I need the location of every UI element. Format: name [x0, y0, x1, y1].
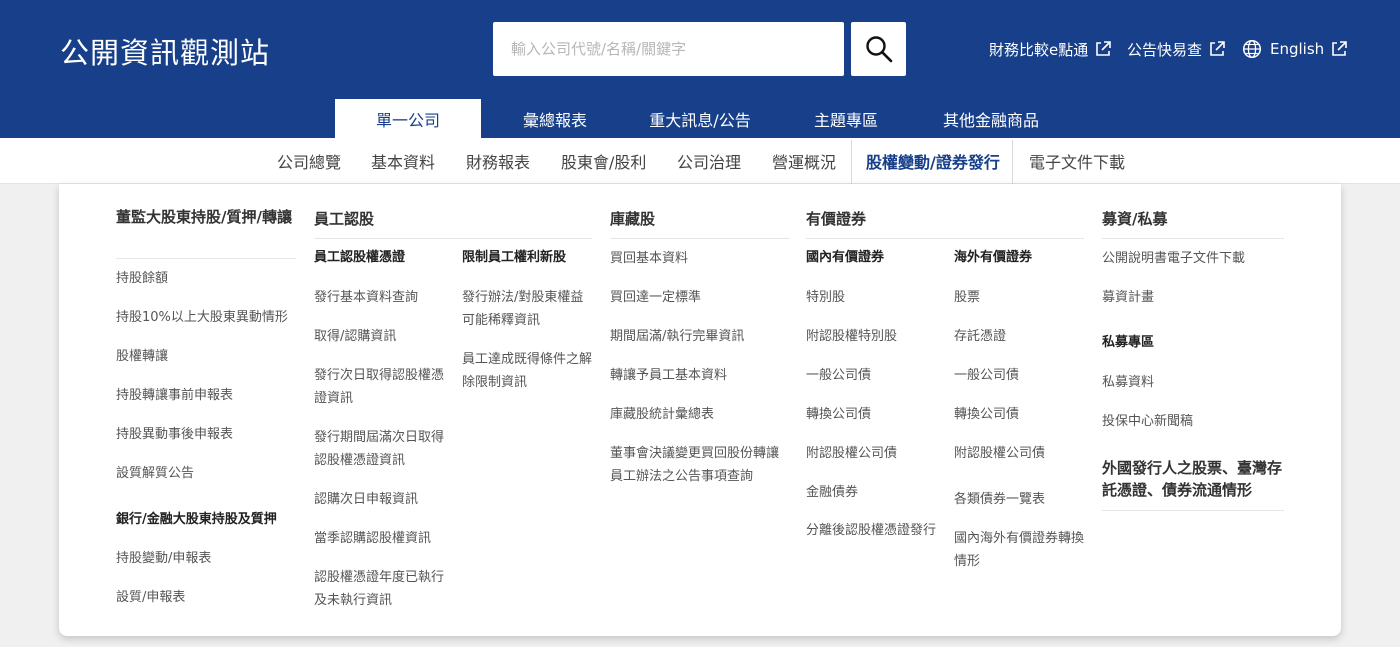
subtab-overview[interactable]: 公司總覽 [277, 138, 341, 184]
menu-link[interactable]: 持股異動事後申報表 [116, 423, 233, 446]
external-link-icon [1210, 41, 1225, 56]
subtab-governance[interactable]: 公司治理 [677, 138, 741, 184]
menu-link[interactable]: 期間屆滿/執行完畢資訊 [610, 325, 744, 348]
col1-subtitle: 銀行/金融大股東持股及質押 [116, 512, 277, 527]
menu-link[interactable]: 轉換公司債 [954, 403, 1019, 426]
menu-link[interactable]: 附認股權公司債 [806, 442, 897, 465]
col3-title: 庫藏股 [610, 210, 656, 228]
search-icon [865, 36, 892, 63]
link-announcement-search[interactable]: 公告快易查 [1127, 38, 1226, 60]
menu-link[interactable]: 發行次日取得認股權憑證資訊 [314, 364, 444, 410]
external-link-icon [1332, 41, 1347, 56]
col2-title: 員工認股 [314, 210, 375, 228]
site-logo[interactable]: 公開資訊觀測站 [60, 30, 270, 72]
subtab-shareholders[interactable]: 股東會/股利 [561, 138, 646, 184]
menu-link[interactable]: 發行基本資料查詢 [314, 286, 444, 309]
col2-rule [314, 238, 592, 239]
col4-title: 有價證券 [806, 210, 867, 228]
col5-rule [1102, 238, 1284, 239]
col5-title: 募資/私募 [1102, 210, 1168, 228]
col2-right-title: 限制員工權利新股 [462, 250, 567, 265]
sub-tabs: 公司總覽 基本資料 財務報表 股東會/股利 公司治理 營運概況 股權變動/證券發… [0, 138, 1400, 184]
menu-link[interactable]: 董事會決議變更買回股份轉讓員工辦法之公告事項查詢 [610, 442, 782, 488]
mega-menu-panel: 董監大股東持股/質押/轉讓 持股餘額 持股10%以上大股東異動情形 股權轉讓 持… [59, 184, 1341, 636]
menu-link[interactable]: 認股權憑證年度已執行及未執行資訊 [314, 566, 444, 612]
subtab-basic-info[interactable]: 基本資料 [371, 138, 435, 184]
col2-left-title: 員工認股權憑證 [314, 250, 406, 265]
col4-left-title: 國內有價證券 [806, 250, 885, 265]
subtab-equity-change[interactable]: 股權變動/證券發行 [866, 138, 1000, 184]
link-english-label: English [1270, 40, 1325, 58]
menu-link[interactable]: 存託憑證 [954, 325, 1006, 348]
col5-subtitle: 私募專區 [1102, 335, 1155, 350]
search-button[interactable] [851, 22, 906, 76]
menu-link[interactable]: 買回達一定標準 [610, 286, 701, 309]
menu-link[interactable]: 設質解質公告 [116, 462, 194, 485]
menu-link[interactable]: 當季認購認股權資訊 [314, 527, 444, 550]
external-link-icon [1096, 41, 1112, 56]
tab-summary-reports[interactable]: 彙總報表 [505, 99, 605, 138]
menu-link[interactable]: 金融債券 [806, 481, 858, 504]
menu-link[interactable]: 分離後認股權憑證發行 [806, 519, 936, 542]
menu-link[interactable]: 轉讓予員工基本資料 [610, 364, 727, 387]
menu-link[interactable]: 特別股 [806, 286, 845, 309]
col4-right-title: 海外有價證券 [954, 250, 1033, 265]
col4-rule [806, 238, 1084, 239]
col5-extra-rule [1102, 510, 1284, 511]
link-finance-compare[interactable]: 財務比較e點通 [989, 38, 1112, 60]
col1-title: 董監大股東持股/質押/轉讓 [116, 208, 292, 226]
tab-other-products[interactable]: 其他金融商品 [930, 99, 1052, 138]
tab-material-info[interactable]: 重大訊息/公告 [638, 99, 762, 138]
link-announcement-search-label: 公告快易查 [1127, 40, 1203, 59]
menu-link[interactable]: 持股10%以上大股東異動情形 [116, 306, 288, 329]
menu-link[interactable]: 轉換公司債 [806, 403, 871, 426]
subtab-divider [851, 140, 852, 186]
menu-link[interactable]: 附認股權公司債 [954, 442, 1045, 465]
menu-link[interactable]: 買回基本資料 [610, 247, 688, 270]
search-input[interactable] [493, 22, 844, 76]
col1-rule [116, 258, 296, 259]
subtab-documents[interactable]: 電子文件下載 [1029, 138, 1125, 184]
menu-link[interactable]: 私募資料 [1102, 371, 1154, 394]
col3-rule [610, 238, 790, 239]
globe-icon [1242, 39, 1262, 59]
menu-link[interactable]: 國內海外有價證券轉換情形 [954, 527, 1084, 573]
tab-single-company[interactable]: 單一公司 [335, 99, 481, 138]
menu-link[interactable]: 附認股權特別股 [806, 325, 897, 348]
menu-link[interactable]: 公開說明書電子文件下載 [1102, 247, 1245, 270]
menu-link[interactable]: 投保中心新聞稿 [1102, 410, 1193, 433]
menu-link[interactable]: 股權轉讓 [116, 345, 168, 368]
menu-link[interactable]: 取得/認購資訊 [314, 325, 444, 348]
menu-link[interactable]: 持股變動/申報表 [116, 547, 211, 570]
menu-link[interactable]: 持股轉讓事前申報表 [116, 384, 233, 407]
subtab-divider [1012, 140, 1013, 186]
menu-link[interactable]: 持股餘額 [116, 267, 168, 290]
link-english[interactable]: English [1242, 38, 1348, 60]
link-finance-compare-label: 財務比較e點通 [989, 40, 1089, 59]
menu-link[interactable]: 發行辦法/對股東權益可能稀釋資訊 [462, 286, 592, 332]
menu-link[interactable]: 發行期間屆滿次日取得認股權憑證資訊 [314, 426, 444, 472]
menu-link[interactable]: 庫藏股統計彙總表 [610, 403, 714, 426]
subtab-financial[interactable]: 財務報表 [466, 138, 530, 184]
menu-link[interactable]: 募資計畫 [1102, 286, 1154, 309]
main-tabs: 單一公司 彙總報表 重大訊息/公告 主題專區 其他金融商品 [0, 99, 1400, 138]
menu-link[interactable]: 各類債券一覽表 [954, 488, 1045, 511]
menu-link[interactable]: 一般公司債 [806, 364, 871, 387]
tab-topics[interactable]: 主題專區 [800, 99, 892, 138]
menu-link[interactable]: 員工達成既得條件之解除限制資訊 [462, 348, 592, 394]
col5-extra-title[interactable]: 外國發行人之股票、臺灣存託憑證、債券流通情形 [1102, 457, 1287, 501]
menu-link[interactable]: 認購次日申報資訊 [314, 488, 444, 511]
subtab-operations[interactable]: 營運概況 [772, 138, 836, 184]
menu-link[interactable]: 股票 [954, 286, 980, 309]
menu-link[interactable]: 一般公司債 [954, 364, 1019, 387]
menu-link[interactable]: 設質/申報表 [116, 586, 185, 609]
